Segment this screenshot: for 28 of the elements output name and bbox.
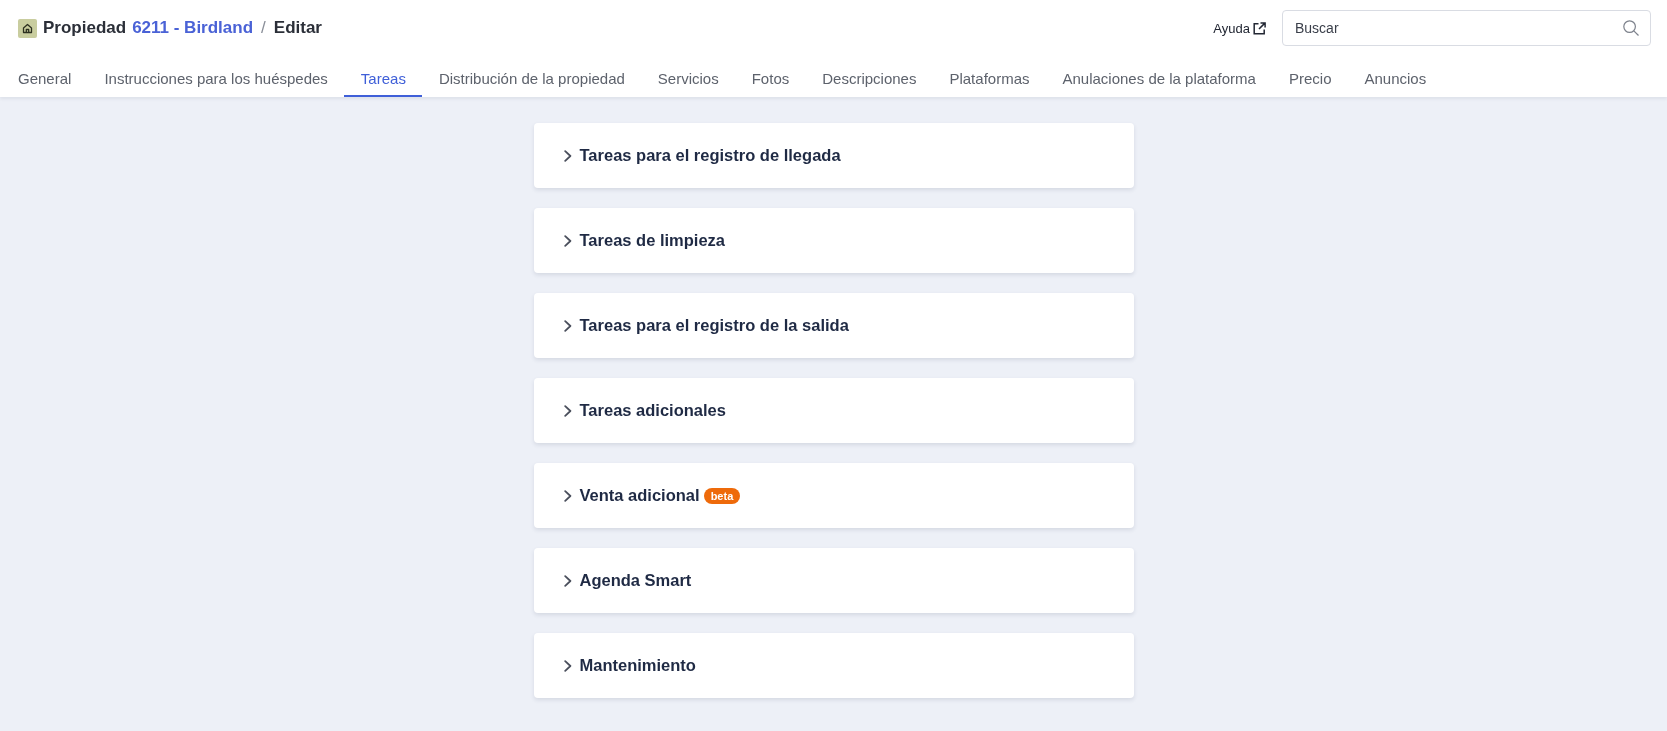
help-link[interactable]: Ayuda (1213, 20, 1266, 36)
tab[interactable]: Fotos (734, 61, 806, 97)
breadcrumb-current: Editar (273, 18, 322, 38)
tab[interactable]: Instrucciones para los huéspedes (87, 61, 344, 97)
tab[interactable]: Precio (1271, 61, 1348, 97)
search-field[interactable]: Buscar (1282, 10, 1651, 46)
tab[interactable]: Distribución de la propiedad (421, 61, 641, 97)
tab[interactable]: Descripciones (805, 61, 933, 97)
search-icon (1623, 20, 1639, 36)
accordion-section[interactable]: Tareas adicionales (533, 378, 1134, 443)
tab[interactable]: Plataformas (932, 61, 1046, 97)
accordion-section[interactable]: Tareas de limpieza (533, 208, 1134, 273)
tab[interactable]: Servicios (640, 61, 735, 97)
breadcrumb-title: Propiedad (43, 18, 127, 38)
property-link[interactable]: 6211 - Birdland (132, 18, 254, 38)
tab[interactable]: Anulaciones de la plataforma (1045, 61, 1272, 97)
beta-badge: beta (703, 487, 741, 504)
accordion-section[interactable]: Tareas para el registro de llegada (533, 123, 1134, 188)
tab[interactable]: Tareas (343, 61, 422, 97)
breadcrumb-separator: / (261, 18, 266, 38)
accordion-section[interactable]: Venta adicional beta (533, 463, 1134, 528)
accordion-section[interactable]: Agenda Smart (533, 548, 1134, 613)
accordion-section[interactable]: Mantenimiento (533, 633, 1134, 698)
external-link-icon (1253, 21, 1266, 35)
tab[interactable]: General (1, 61, 88, 97)
home-icon (18, 18, 37, 38)
tab[interactable]: Anuncios (1347, 61, 1443, 97)
accordion-section[interactable]: Tareas para el registro de la salida (533, 293, 1134, 358)
